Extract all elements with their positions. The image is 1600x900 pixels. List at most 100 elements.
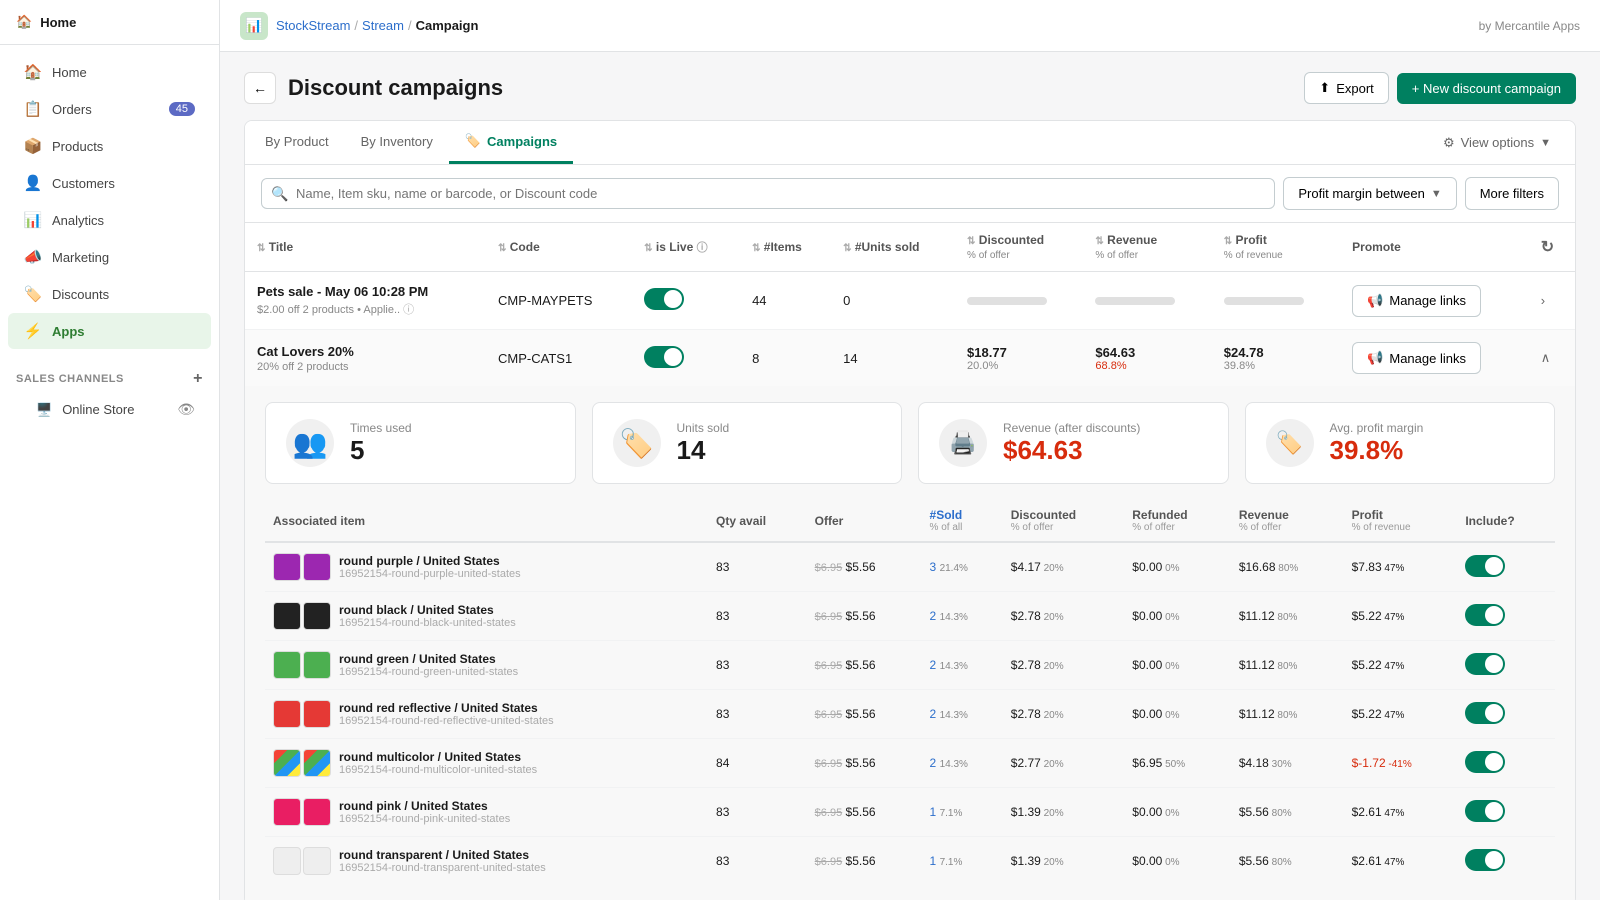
th-is-live[interactable]: ⇅ is Live ⓘ [632,223,740,272]
sold-value[interactable]: 2 [930,658,937,672]
th-title[interactable]: ⇅ Title [245,223,486,272]
row2-collapse[interactable]: ∧ [1529,330,1575,387]
search-input[interactable] [261,178,1275,209]
sidebar-item-home[interactable]: 🏠 Home [8,54,211,90]
sold-link-header[interactable]: #Sold [930,508,963,522]
page-header: ← Discount campaigns ⬆ Export + New disc… [244,72,1576,104]
include-toggle[interactable] [1465,653,1505,675]
more-filters-button[interactable]: More filters [1465,177,1559,210]
assoc-offer: $6.95 $5.56 [807,837,922,886]
row1-items: 44 [740,272,831,330]
times-used-value: 5 [350,435,412,466]
main-area: 📊 StockStream / Stream / Campaign by Mer… [220,0,1600,900]
sidebar-label-orders: Orders [52,102,92,117]
sidebar-item-customers[interactable]: 👤 Customers [8,165,211,201]
tab-campaigns-label: Campaigns [487,134,557,149]
th-code[interactable]: ⇅ Code [486,223,632,272]
table-row: Cat Lovers 20% 20% off 2 products CMP-CA… [245,330,1575,387]
breadcrumb-stream[interactable]: Stream [362,18,404,33]
new-campaign-button[interactable]: + New discount campaign [1397,73,1576,104]
online-store-settings-icon[interactable]: 👁 [177,401,195,418]
row2-manage-links-button[interactable]: 📢 Manage links [1352,342,1481,374]
assoc-discounted: $2.77 20% [1003,739,1125,788]
offer-orig: $6.95 [815,660,843,672]
assoc-discounted: $2.78 20% [1003,641,1125,690]
offer-new: $5.56 [846,658,876,672]
sold-value[interactable]: 2 [930,707,937,721]
sidebar: 🏠 Home 🏠 Home 📋 Orders 45 📦 Products 👤 C… [0,0,220,900]
sidebar-item-marketing[interactable]: 📣 Marketing [8,239,211,275]
item-thumb [273,651,301,679]
th-items[interactable]: ⇅ #Items [740,223,831,272]
assoc-qty: 84 [708,739,807,788]
sold-value[interactable]: 2 [930,609,937,623]
item-name: round multicolor / United States [339,750,537,764]
row1-expand[interactable]: › [1529,272,1575,330]
sidebar-item-products[interactable]: 📦 Products [8,128,211,164]
item-name: round transparent / United States [339,848,546,862]
assoc-table-row: round red reflective / United States 169… [265,690,1555,739]
row2-items: 8 [740,330,831,387]
include-toggle[interactable] [1465,751,1505,773]
item-thumbnail-wrap [273,749,331,777]
assoc-refunded: $6.95 50% [1124,739,1231,788]
assoc-th-qty: Qty avail [708,500,807,542]
item-thumb [273,553,301,581]
include-toggle[interactable] [1465,849,1505,871]
tab-by-inventory[interactable]: By Inventory [345,122,449,164]
home-icon: 🏠 [16,14,32,30]
add-sales-channel-button[interactable]: + [193,370,203,388]
th-units-sold[interactable]: ⇅ #Units sold [831,223,955,272]
th-refresh[interactable]: ↻ [1529,223,1575,272]
view-options-chevron: ▼ [1540,137,1551,149]
sidebar-item-apps[interactable]: ⚡ Apps [8,313,211,349]
content-area: ← Discount campaigns ⬆ Export + New disc… [220,52,1600,900]
include-toggle[interactable] [1465,702,1505,724]
item-thumb [273,798,301,826]
assoc-discounted: $1.39 20% [1003,788,1125,837]
assoc-th-revenue: Revenue% of offer [1231,500,1344,542]
item-thumbnail-wrap [273,553,331,581]
profit-margin-filter-button[interactable]: Profit margin between ▼ [1283,177,1456,210]
products-icon: 📦 [24,137,42,155]
tab-campaigns[interactable]: 🏷️ Campaigns [449,121,573,164]
profit-margin-chevron: ▼ [1431,188,1442,200]
sidebar-item-online-store[interactable]: 🖥️ Online Store 👁 [8,393,211,426]
item-thumb2 [303,553,331,581]
item-thumb [273,749,301,777]
include-toggle[interactable] [1465,604,1505,626]
breadcrumb-stock[interactable]: StockStream [276,18,350,33]
sold-value[interactable]: 1 [930,854,937,868]
app-icon: 📊 [240,12,268,40]
include-toggle[interactable] [1465,555,1505,577]
th-profit[interactable]: ⇅ Profit% of revenue [1212,223,1340,272]
sold-pct: 14.3% [940,710,968,721]
assoc-refunded: $0.00 0% [1124,542,1231,592]
row1-manage-links-button[interactable]: 📢 Manage links [1352,285,1481,317]
back-button[interactable]: ← [244,72,276,104]
export-icon: ⬆ [1319,80,1330,96]
assoc-sold: 3 21.4% [922,542,1003,592]
row2-live-toggle[interactable] [644,346,684,368]
tab-by-product[interactable]: By Product [249,122,345,164]
th-discounted[interactable]: ⇅ Discounted% of offer [955,223,1083,272]
sold-value[interactable]: 1 [930,805,937,819]
sidebar-item-discounts[interactable]: 🏷️ Discounts [8,276,211,312]
sold-value[interactable]: 2 [930,756,937,770]
page-title: Discount campaigns [288,75,1292,101]
avg-profit-icon: 🏷️ [1266,419,1314,467]
include-toggle[interactable] [1465,800,1505,822]
assoc-profit: $5.22 47% [1344,690,1458,739]
tab-by-inventory-label: By Inventory [361,134,433,149]
view-options-button[interactable]: ⚙ View options ▼ [1431,129,1563,157]
sidebar-item-orders[interactable]: 📋 Orders 45 [8,91,211,127]
row1-live-toggle[interactable] [644,288,684,310]
assoc-th-item: Associated item [265,500,708,542]
sold-value[interactable]: 3 [930,560,937,574]
export-button[interactable]: ⬆ Export [1304,72,1388,104]
sidebar-item-analytics[interactable]: 📊 Analytics [8,202,211,238]
assoc-sold: 2 14.3% [922,690,1003,739]
th-revenue[interactable]: ⇅ Revenue% of offer [1083,223,1211,272]
assoc-profit: $-1.72 -41% [1344,739,1458,788]
item-sku: 16952154-round-pink-united-states [339,813,510,825]
